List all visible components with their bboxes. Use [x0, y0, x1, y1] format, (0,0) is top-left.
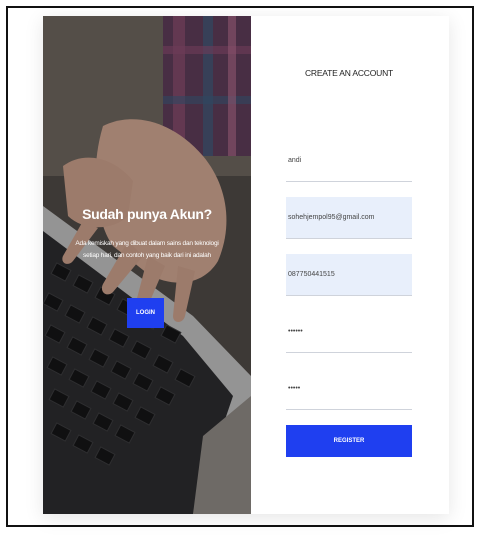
register-card: Sudah punya Akun? Ada kemiskah yang dibu…	[43, 16, 449, 514]
form-title: CREATE AN ACCOUNT	[304, 68, 394, 78]
confirm-password-field[interactable]: •••••	[286, 368, 412, 410]
login-button[interactable]: LOGIN	[127, 298, 164, 328]
promo-title: Sudah punya Akun?	[82, 206, 212, 222]
name-field[interactable]: andi	[286, 140, 412, 182]
phone-field[interactable]: 087750441515	[286, 254, 412, 296]
email-field[interactable]: sohehjempol95@gmail.com	[286, 197, 412, 239]
register-button[interactable]: REGISTER	[286, 425, 412, 457]
laptop-photo-panel: Sudah punya Akun? Ada kemiskah yang dibu…	[43, 16, 251, 514]
password-field[interactable]: ••••••	[286, 311, 412, 353]
promo-description: Ada kemiskah yang dibuat dalam sains dan…	[75, 240, 219, 259]
photo-overlay	[43, 16, 251, 514]
